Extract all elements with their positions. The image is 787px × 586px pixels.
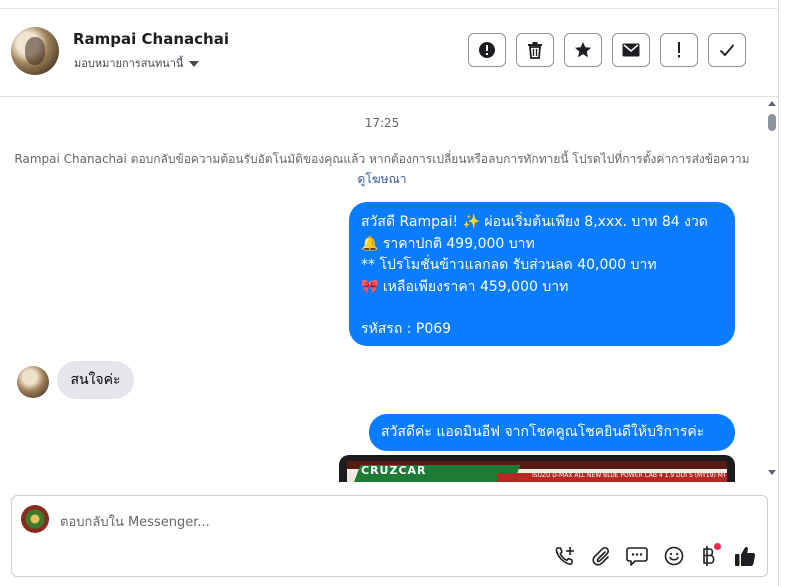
message-line: ** โปรโมชั่นข้าวแลกลด รับส่วนลด 40,000 บ… [361, 257, 657, 273]
mark-unread-button[interactable] [612, 33, 650, 67]
scroll-down-arrow-icon[interactable] [768, 470, 776, 475]
attach-button[interactable] [588, 543, 614, 569]
assign-label: มอบหมายการสนทนานี้ [74, 57, 184, 70]
saved-replies-button[interactable] [624, 543, 650, 569]
important-button[interactable] [660, 33, 698, 67]
envelope-icon [622, 43, 640, 57]
assign-conversation-dropdown[interactable]: มอบหมายการสนทนานี้ [74, 54, 200, 72]
check-icon [719, 44, 735, 57]
alert-circle-icon [479, 42, 495, 58]
message-line: สวัสดี Rampai! ✨ ผ่อนเริ่มต้นเพียง 8,xxx… [361, 214, 708, 230]
message-line: 🎀 เหลือเพียงราคา 459,000 บาท [361, 278, 569, 295]
report-button[interactable] [468, 33, 506, 67]
contact-name[interactable]: Rampai Chanachai [73, 30, 229, 48]
message-line [361, 298, 723, 319]
mark-done-button[interactable] [708, 33, 746, 67]
image-brand-text: CRUZCAR [361, 464, 427, 477]
system-note: Rampai Chanachai ตอบกลับข้อความต้อนรับอั… [14, 149, 750, 189]
contact-avatar-small [17, 366, 49, 398]
delete-button[interactable] [516, 33, 554, 67]
reply-input[interactable]: ตอบกลับใน Messenger... [60, 511, 210, 532]
star-icon [575, 42, 591, 58]
message-scrollbar[interactable] [764, 97, 778, 482]
contact-avatar[interactable] [11, 27, 59, 75]
smiley-icon [664, 546, 684, 566]
chat-bubble-icon [626, 547, 648, 566]
add-call-button[interactable] [552, 543, 578, 569]
phone-plus-icon [555, 547, 574, 565]
image-caption: ISUZU D-MAX ALL NEW BLUE POWER CAB 4 1.9… [532, 472, 727, 479]
star-button[interactable] [564, 33, 602, 67]
car-promo-image: CRUZCAR ISUZU D-MAX ALL NEW BLUE POWER C… [347, 461, 727, 482]
exclamation-icon [678, 42, 680, 58]
emoji-button[interactable] [661, 543, 687, 569]
message-line: รหัสรถ : P069 [361, 321, 452, 337]
thumbs-up-icon [735, 546, 756, 566]
incoming-message[interactable]: สนใจค่ะ [57, 361, 134, 399]
scroll-up-arrow-icon[interactable] [768, 101, 776, 106]
message-line: 🔔 ราคาปกติ 499,000 บาท [361, 235, 535, 252]
like-button[interactable] [732, 543, 758, 569]
chevron-down-icon [189, 61, 200, 67]
message-timestamp: 17:25 [364, 116, 400, 130]
image-message[interactable]: CRUZCAR ISUZU D-MAX ALL NEW BLUE POWER C… [339, 455, 735, 482]
outgoing-message[interactable]: สวัสดีค่ะ แอดมินอีฟ จากโชคคูณโชคยินดีให้… [369, 414, 735, 451]
notification-badge [714, 543, 721, 550]
outgoing-message[interactable]: สวัสดี Rampai! ✨ ผ่อนเริ่มต้นเพียง 8,xxx… [349, 202, 735, 346]
page-avatar [21, 505, 49, 533]
paperclip-icon [592, 547, 609, 566]
view-ad-link[interactable]: ดูโฆษณา [358, 172, 407, 186]
trash-icon [528, 42, 542, 59]
system-note-text: Rampai Chanachai ตอบกลับข้อความต้อนรับอั… [14, 152, 750, 166]
payment-button[interactable] [696, 543, 722, 569]
scrollbar-thumb[interactable] [768, 114, 776, 131]
conversation-header: Rampai Chanachai มอบหมายการสนทนานี้ [0, 8, 778, 97]
reply-composer: ตอบกลับใน Messenger... [11, 495, 768, 577]
panel-border [778, 0, 779, 586]
